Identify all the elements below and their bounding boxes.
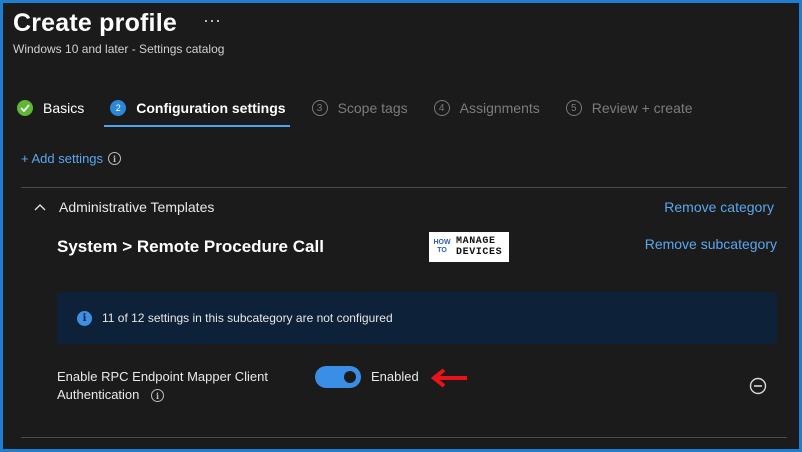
logo-text: DEVICES [456, 247, 503, 258]
info-icon[interactable]: i [108, 152, 122, 165]
info-icon: i [77, 310, 92, 326]
wizard-step-scope-tags[interactable]: 3 Scope tags [311, 93, 408, 123]
create-profile-blade: Create profile ··· Windows 10 and later … [3, 3, 799, 449]
how-to-manage-devices-logo: HOW TO MANAGE DEVICES [429, 232, 509, 262]
more-options-icon[interactable]: ··· [203, 10, 221, 31]
step-number-icon: 4 [433, 100, 450, 116]
wizard-step-label: Basics [43, 100, 85, 116]
step-number-icon: 3 [311, 100, 328, 116]
add-settings-label: + Add settings [21, 151, 104, 166]
step-number-icon: 5 [565, 100, 582, 116]
annotation-arrow-icon [430, 368, 467, 388]
toggle-knob [344, 371, 356, 383]
wizard-step-review-create[interactable]: 5 Review + create [565, 93, 693, 123]
checkmark-circle-icon [17, 100, 33, 116]
category-header[interactable]: Administrative Templates [33, 199, 214, 215]
info-banner-text: 11 of 12 settings in this subcategory ar… [102, 311, 393, 325]
title-row: Create profile ··· [13, 9, 221, 38]
category-label: Administrative Templates [59, 199, 215, 215]
logo-text: MANAGE [456, 236, 496, 247]
wizard-step-configuration-settings[interactable]: 2 Configuration settings [104, 93, 290, 127]
minus-circle-icon[interactable] [749, 377, 767, 395]
wizard-step-label: Review + create [591, 100, 693, 116]
page-subtitle: Windows 10 and later - Settings catalog [13, 42, 225, 56]
subcategory-title: System > Remote Procedure Call [57, 237, 324, 256]
step-number-icon: 2 [110, 100, 127, 116]
wizard-step-assignments[interactable]: 4 Assignments [433, 93, 540, 123]
setting-name: Enable RPC Endpoint Mapper Client Authen… [57, 368, 297, 404]
setting-toggle[interactable] [315, 366, 361, 388]
page-title: Create profile [13, 9, 177, 37]
logo-text: TO [437, 247, 447, 254]
chevron-up-icon[interactable] [33, 200, 47, 214]
info-icon[interactable]: i [151, 389, 165, 403]
add-settings-link[interactable]: + Add settings i [21, 151, 122, 166]
wizard-steps: Basics 2 Configuration settings 3 Scope … [17, 93, 719, 127]
logo-small-text: HOW TO [429, 239, 455, 255]
logo-text: HOW [433, 239, 451, 246]
logo-big-text: MANAGE DEVICES [456, 236, 502, 258]
toggle-state-label: Enabled [371, 369, 419, 384]
section-divider [21, 437, 787, 438]
wizard-step-label: Configuration settings [136, 100, 286, 116]
remove-subcategory-link[interactable]: Remove subcategory [645, 236, 777, 252]
section-divider [21, 187, 787, 188]
info-banner: i 11 of 12 settings in this subcategory … [57, 292, 777, 344]
wizard-step-basics[interactable]: Basics [17, 93, 84, 123]
remove-category-link[interactable]: Remove category [664, 199, 774, 215]
wizard-step-label: Scope tags [337, 100, 408, 116]
wizard-step-label: Assignments [459, 100, 540, 116]
